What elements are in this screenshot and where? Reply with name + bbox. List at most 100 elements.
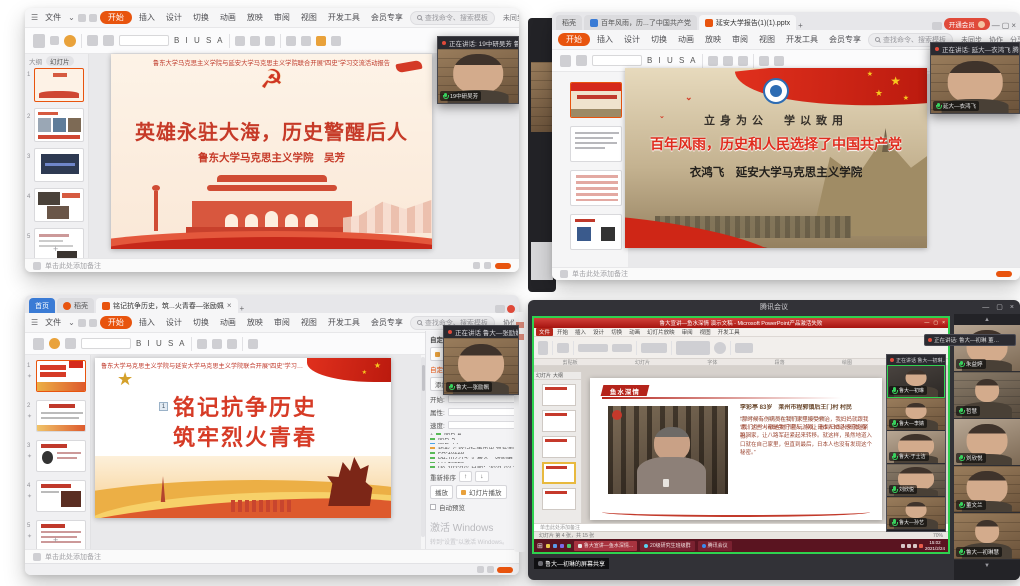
animation-list-item[interactable]: 矩形 7: 铭记抗争历史 筑牢烈火青春 (430, 447, 515, 449)
ribbon-tab[interactable]: 开始 (554, 328, 571, 336)
start-button[interactable]: ⊞ (537, 542, 543, 550)
participant-video[interactable]: 鲁大—孙艺 (887, 497, 945, 530)
animation-list-item[interactable]: 图片 5 (430, 438, 515, 440)
slide-thumbnail[interactable] (542, 436, 576, 458)
animation-list-item[interactable]: PA-10229 (430, 462, 515, 464)
play-slideshow-icon[interactable] (64, 35, 76, 47)
font-style-buttons[interactable]: B I U S A (136, 339, 186, 348)
move-up-button[interactable]: ↑ (459, 471, 472, 482)
tray-icon[interactable] (907, 544, 911, 548)
align-left-icon[interactable] (197, 339, 207, 349)
tab-view[interactable]: 视图 (297, 317, 321, 328)
tab-start[interactable]: 开始 (100, 11, 132, 24)
view-normal-icon[interactable] (473, 262, 480, 269)
tab-devtools[interactable]: 开发工具 (782, 34, 822, 45)
paste-icon[interactable] (538, 341, 548, 355)
participant-video[interactable]: 刘欣悦 (887, 464, 945, 497)
animation-list-item[interactable]: 图片 12 (430, 443, 515, 445)
tab-review[interactable]: 审阅 (728, 34, 752, 45)
tab-design[interactable]: 设计 (620, 34, 644, 45)
list-icon[interactable] (738, 56, 748, 66)
tab-slideshow[interactable]: 放映 (243, 12, 267, 23)
undo-icon[interactable] (78, 14, 86, 22)
tab-member[interactable]: 会员专享 (367, 317, 407, 328)
shape-icon[interactable] (301, 36, 311, 46)
outline-tab[interactable]: 大纲 (553, 372, 563, 379)
zoom-slider[interactable] (996, 271, 1012, 277)
new-slide-icon[interactable] (557, 343, 569, 353)
participant-video[interactable]: 鲁大—初琳 (887, 365, 945, 398)
tab-home[interactable]: 首页 (29, 298, 55, 313)
font-size-box[interactable] (592, 55, 642, 66)
new-slide-icon[interactable] (65, 338, 76, 349)
font-size-box[interactable] (119, 35, 169, 46)
slide-canvas[interactable]: 鲁东大学马克思主义学院与延安大学马克思主义学院联合开展“四史”学习交流活动报告 … (111, 54, 432, 249)
tab-member[interactable]: 会员专享 (825, 34, 865, 45)
notes-bar[interactable]: 单击此处添加备注 (25, 258, 519, 272)
tab-document[interactable]: 百年风雨，历...了中国共产党 (584, 15, 697, 30)
participant-video[interactable]: 鲁大—李婧 (887, 398, 945, 431)
field-input[interactable] (448, 421, 515, 429)
account-button[interactable]: 开通会员 (944, 18, 990, 30)
ribbon-tab[interactable]: 切换 (608, 328, 625, 336)
minimize-button[interactable]: — (924, 320, 929, 326)
hamburger-icon[interactable]: ☰ (31, 13, 38, 22)
ribbon-tab[interactable]: 插入 (572, 328, 589, 336)
cut-icon[interactable] (50, 36, 59, 45)
tab-insert[interactable]: 插入 (135, 317, 159, 328)
tab-active-document[interactable]: 铭记抗争历史，筑...火青春—张励姵 × (96, 298, 238, 313)
ai-tools-icon[interactable] (316, 36, 326, 46)
tray-icon[interactable] (919, 544, 923, 548)
ribbon-tab[interactable]: 审阅 (679, 328, 696, 336)
animation-list-item[interactable]: PA-102210: 日期：2021-02-24 (430, 466, 515, 468)
minimize-button[interactable]: — (992, 21, 1000, 30)
font-style-buttons[interactable]: B I U S A (647, 56, 697, 65)
slide-thumbnail[interactable] (36, 360, 86, 392)
slide-thumbnail[interactable] (36, 400, 86, 432)
align-center-icon[interactable] (212, 339, 222, 349)
view-sorter-icon[interactable] (484, 262, 491, 269)
undo-icon[interactable] (78, 319, 86, 327)
participant-video[interactable]: 鲁大-于士洁 (887, 431, 945, 464)
chevron-down-icon[interactable]: ⌄ (68, 13, 75, 22)
arrange-icon[interactable] (714, 342, 726, 354)
tab-start[interactable]: 开始 (100, 316, 132, 329)
tab-start[interactable]: 开始 (558, 33, 590, 46)
taskbar-app-meeting[interactable]: 腾讯会议 (698, 541, 732, 551)
slideshow-button[interactable]: 幻灯片播放 (456, 485, 507, 499)
participant-video[interactable]: 鲁大—初琳慧 (954, 513, 1020, 560)
scroll-down-arrow[interactable]: ▼ (954, 560, 1020, 571)
paragraph-icons[interactable] (641, 343, 667, 353)
tab-active-document[interactable]: 延安大学报告(1)(1).pptx (699, 15, 796, 30)
tab-slideshow[interactable]: 放映 (701, 34, 725, 45)
shape-icon[interactable] (774, 56, 784, 66)
slide-thumbnail[interactable] (34, 148, 84, 182)
slide-canvas[interactable]: 鱼水深情 李彩亭 83岁 莱州市程郭镇后王门村 村民 “那时候有伤病员在我们家里… (590, 378, 882, 520)
tab-animation[interactable]: 动画 (216, 317, 240, 328)
scroll-up-arrow[interactable]: ▲ (954, 314, 1020, 325)
slide-thumbnail[interactable] (542, 384, 576, 406)
add-slide-button[interactable]: + (53, 535, 58, 545)
tab-review[interactable]: 审阅 (270, 12, 294, 23)
tab-view[interactable]: 视图 (297, 12, 321, 23)
move-down-button[interactable]: ↓ (475, 471, 488, 482)
tab-transition[interactable]: 切换 (647, 34, 671, 45)
slide-thumbnail[interactable] (570, 214, 622, 250)
new-slide-icon[interactable] (87, 35, 98, 46)
outline-tab[interactable]: 大纲 (29, 56, 42, 66)
align-center-icon[interactable] (723, 56, 733, 66)
maximize-button[interactable]: ▢ (933, 320, 938, 326)
slide-thumbnail[interactable] (570, 126, 622, 162)
new-tab-button[interactable]: + (798, 21, 803, 30)
slide-canvas[interactable]: 鲁东大学马克思主义学院与延安大学马克思主义学院联合开展“四史”学习… ★ ★ ★… (95, 358, 391, 518)
slide-thumbnail[interactable] (34, 68, 84, 102)
ribbon-tab[interactable]: 视图 (697, 328, 714, 336)
play-button[interactable]: 播放 (430, 485, 453, 499)
tab-docer[interactable]: 稻壳 (57, 298, 94, 313)
slide-thumbnail[interactable] (570, 82, 622, 118)
close-button[interactable]: × (1010, 304, 1014, 311)
slides-tab[interactable]: 幻灯片 (46, 56, 74, 66)
list-icon[interactable] (227, 339, 237, 349)
paste-icon[interactable] (560, 55, 571, 67)
pinned-app-icon[interactable] (553, 544, 557, 548)
